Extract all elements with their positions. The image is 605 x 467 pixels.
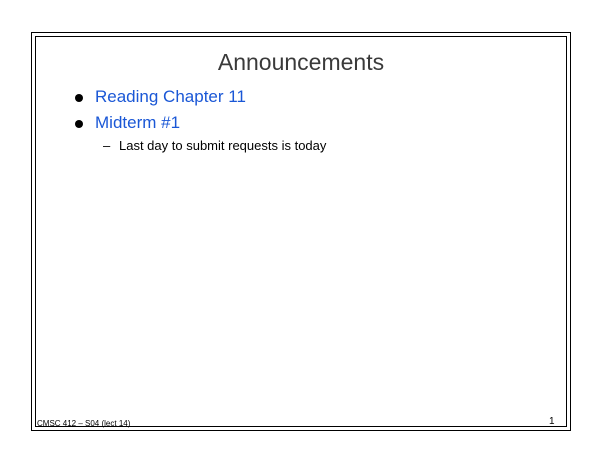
page-number: 1	[549, 416, 555, 427]
bullet-label: Reading Chapter 11	[95, 87, 246, 106]
bullet-item-reading: Reading Chapter 11	[70, 86, 246, 112]
footer-course-label: CMSC 412 – S04 (lect 14)	[37, 419, 131, 428]
bullet-item-midterm: Midterm #1	[70, 112, 246, 138]
bullet-dot-icon	[75, 120, 83, 128]
bullet-dot-icon	[75, 94, 83, 102]
sub-bullet-item: – Last day to submit requests is today	[103, 137, 326, 155]
bullet-label: Midterm #1	[95, 113, 181, 132]
bullet-list: Reading Chapter 11 Midterm #1	[70, 86, 246, 138]
dash-icon: –	[103, 138, 111, 153]
slide-title: Announcements	[217, 49, 385, 75]
sub-bullet-label: Last day to submit requests is today	[119, 138, 327, 153]
